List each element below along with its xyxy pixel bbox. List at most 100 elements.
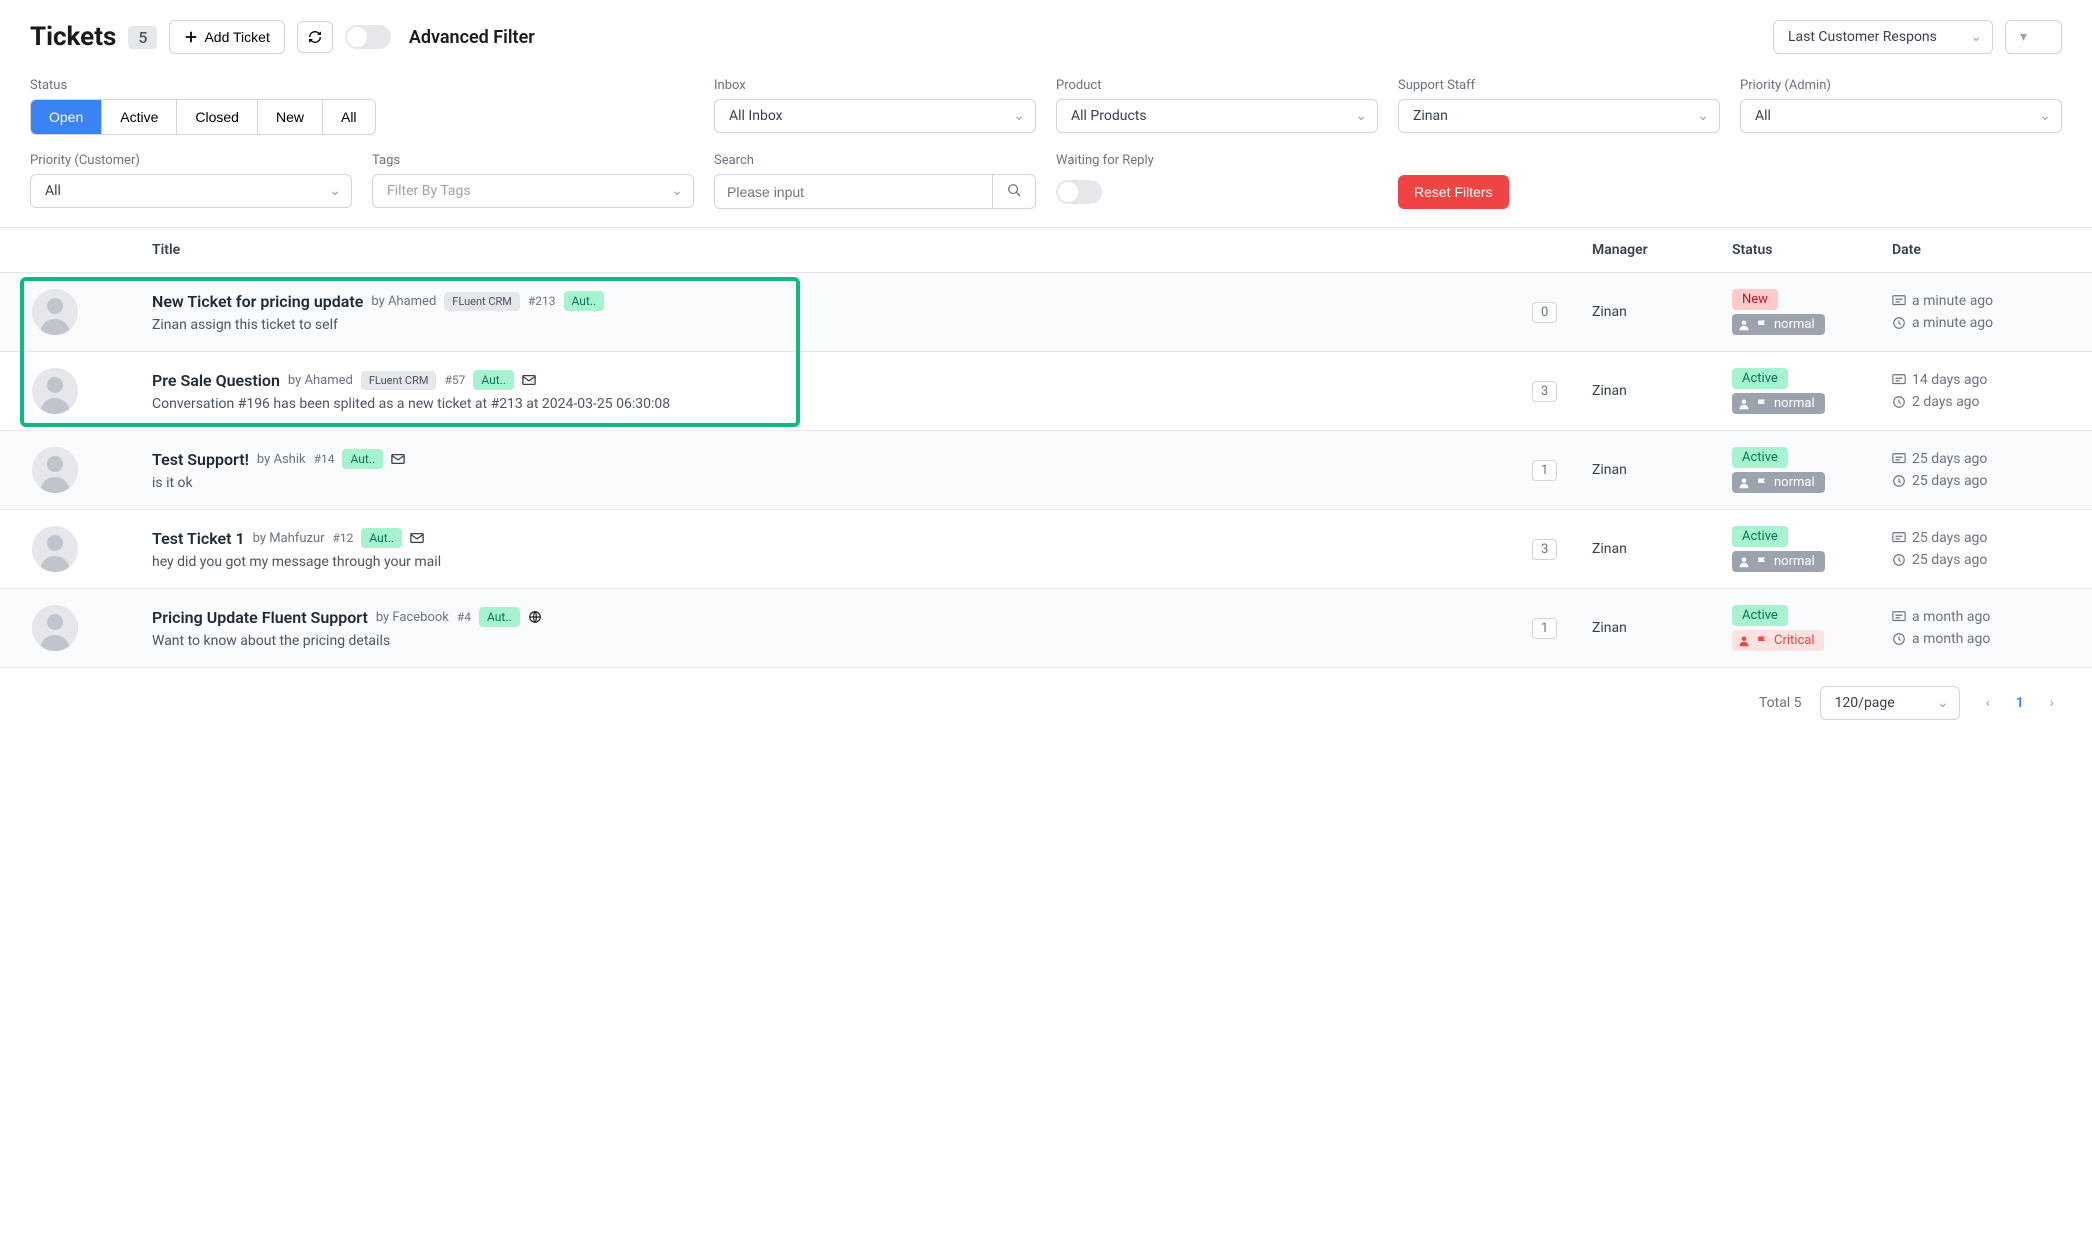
tags-select[interactable]: Filter By Tags ⌄ bbox=[372, 174, 694, 208]
manager-cell: Zinan bbox=[1592, 541, 1732, 557]
ticket-preview: is it ok bbox=[152, 475, 1532, 491]
crm-tag: FLuent CRM bbox=[444, 292, 520, 311]
priority-badge: normal bbox=[1732, 551, 1825, 572]
page-size-select[interactable]: 120/page ⌄ bbox=[1820, 686, 1960, 720]
refresh-button[interactable] bbox=[297, 21, 333, 53]
aut-tag: Aut.. bbox=[342, 449, 383, 469]
ticket-title[interactable]: Pre Sale Question bbox=[152, 371, 280, 390]
last-reply-date: 25 days ago bbox=[1912, 530, 1987, 546]
column-date: Date bbox=[1892, 242, 2092, 258]
aut-tag: Aut.. bbox=[361, 528, 402, 548]
flag-icon bbox=[1756, 556, 1768, 568]
table-row[interactable]: Pre Sale Questionby AhamedFLuent CRM#57A… bbox=[0, 352, 2092, 431]
chevron-down-icon: ⌄ bbox=[1355, 108, 1367, 124]
aut-tag: Aut.. bbox=[479, 607, 520, 627]
ticket-preview: Zinan assign this ticket to self bbox=[152, 317, 1532, 333]
avatar bbox=[32, 526, 78, 572]
ticket-count-badge: 5 bbox=[128, 26, 157, 49]
search-filter-label: Search bbox=[714, 153, 1036, 168]
plus-icon bbox=[184, 30, 198, 44]
chevron-down-icon: ⌄ bbox=[329, 183, 341, 199]
product-filter-label: Product bbox=[1056, 78, 1378, 93]
updated-date: 25 days ago bbox=[1912, 473, 1987, 489]
pager-prev-button[interactable]: ‹ bbox=[1978, 691, 1998, 715]
status-badge: Active bbox=[1732, 605, 1788, 626]
priority-badge: Critical bbox=[1732, 630, 1824, 651]
priority-customer-select[interactable]: All ⌄ bbox=[30, 174, 352, 208]
advanced-filter-toggle[interactable] bbox=[345, 25, 391, 49]
clock-icon bbox=[1892, 474, 1906, 488]
product-select[interactable]: All Products ⌄ bbox=[1056, 99, 1378, 133]
aut-tag: Aut.. bbox=[473, 370, 514, 390]
ticket-hash: #57 bbox=[444, 373, 465, 387]
pager-current-page[interactable]: 1 bbox=[2016, 695, 2024, 711]
updated-date: 2 days ago bbox=[1912, 394, 1980, 410]
table-row[interactable]: Test Support!by Ashik#14Aut..is it ok1Zi… bbox=[0, 431, 2092, 510]
mail-icon bbox=[410, 531, 424, 545]
page-size-value: 120/page bbox=[1835, 695, 1895, 711]
mail-icon bbox=[391, 452, 405, 466]
inbox-select[interactable]: All Inbox ⌄ bbox=[714, 99, 1036, 133]
pager-next-button[interactable]: › bbox=[2042, 691, 2062, 715]
search-input[interactable] bbox=[714, 174, 992, 209]
sort-select[interactable]: Last Customer Respons ⌄ bbox=[1773, 20, 1993, 54]
ticket-title[interactable]: Test Support! bbox=[152, 450, 249, 469]
user-icon bbox=[1738, 635, 1750, 647]
ticket-title[interactable]: Pricing Update Fluent Support bbox=[152, 608, 368, 627]
page-title: Tickets bbox=[30, 22, 116, 52]
user-icon bbox=[1738, 477, 1750, 489]
advanced-filter-label: Advanced Filter bbox=[409, 27, 535, 48]
status-new-button[interactable]: New bbox=[258, 100, 323, 134]
avatar bbox=[32, 605, 78, 651]
staff-select[interactable]: Zinan ⌄ bbox=[1398, 99, 1720, 133]
message-icon bbox=[1892, 452, 1906, 466]
last-reply-date: a month ago bbox=[1912, 609, 1990, 625]
table-row[interactable]: Test Ticket 1by Mahfuzur#12Aut..hey did … bbox=[0, 510, 2092, 589]
flag-icon bbox=[1756, 398, 1768, 410]
ticket-title[interactable]: Test Ticket 1 bbox=[152, 529, 245, 548]
add-ticket-button[interactable]: Add Ticket bbox=[169, 20, 284, 54]
search-button[interactable] bbox=[992, 174, 1036, 209]
status-all-button[interactable]: All bbox=[323, 100, 375, 134]
refresh-icon bbox=[308, 30, 322, 44]
status-open-button[interactable]: Open bbox=[31, 100, 102, 134]
last-reply-date: 25 days ago bbox=[1912, 451, 1987, 467]
caret-down-icon: ▾ bbox=[2020, 29, 2027, 45]
ticket-hash: #12 bbox=[333, 531, 354, 545]
updated-date: 25 days ago bbox=[1912, 552, 1987, 568]
reply-count: 3 bbox=[1532, 539, 1557, 560]
user-icon bbox=[1738, 319, 1750, 331]
waiting-toggle[interactable] bbox=[1056, 180, 1102, 204]
flag-icon bbox=[1756, 635, 1768, 647]
status-button-group: Open Active Closed New All bbox=[30, 99, 376, 135]
ticket-author: by Facebook bbox=[376, 610, 449, 625]
table-row[interactable]: Pricing Update Fluent Support by Facebook… bbox=[0, 589, 2092, 668]
ticket-author: by Ashik bbox=[257, 452, 306, 467]
flag-icon bbox=[1756, 319, 1768, 331]
reply-count: 0 bbox=[1532, 302, 1557, 323]
table-row[interactable]: New Ticket for pricing updateby AhamedFL… bbox=[0, 273, 2092, 352]
message-icon bbox=[1892, 610, 1906, 624]
clock-icon bbox=[1892, 553, 1906, 567]
aut-tag: Aut.. bbox=[564, 291, 605, 311]
status-badge: Active bbox=[1732, 526, 1788, 547]
last-reply-date: a minute ago bbox=[1912, 293, 1993, 309]
ticket-title[interactable]: New Ticket for pricing update bbox=[152, 292, 363, 311]
chevron-down-icon: ⌄ bbox=[1937, 695, 1949, 711]
last-reply-date: 14 days ago bbox=[1912, 372, 1987, 388]
chevron-down-icon: ⌄ bbox=[2039, 108, 2051, 124]
reset-filters-button[interactable]: Reset Filters bbox=[1398, 175, 1509, 209]
ticket-hash: #213 bbox=[528, 294, 556, 308]
chevron-down-icon: ⌄ bbox=[1697, 108, 1709, 124]
crm-tag: FLuent CRM bbox=[361, 371, 437, 390]
clock-icon bbox=[1892, 632, 1906, 646]
manager-cell: Zinan bbox=[1592, 462, 1732, 478]
priority-badge: normal bbox=[1732, 393, 1825, 414]
more-actions-select[interactable]: ▾ bbox=[2005, 20, 2062, 54]
avatar bbox=[32, 447, 78, 493]
status-closed-button[interactable]: Closed bbox=[177, 100, 258, 134]
status-filter-label: Status bbox=[30, 78, 694, 93]
status-active-button[interactable]: Active bbox=[102, 100, 177, 134]
priority-admin-select[interactable]: All ⌄ bbox=[1740, 99, 2062, 133]
add-ticket-label: Add Ticket bbox=[204, 29, 269, 45]
